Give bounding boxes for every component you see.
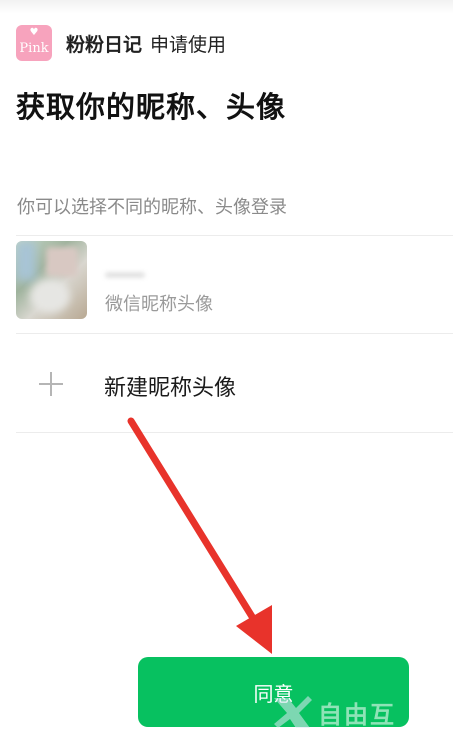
divider (16, 432, 453, 433)
avatar-blur (30, 279, 70, 313)
previous-screen-edge (0, 0, 453, 14)
wechat-profile-label: 微信昵称头像 (105, 294, 213, 315)
plus-icon (39, 372, 63, 396)
page-title: 获取你的昵称、头像 (16, 90, 287, 124)
nickname-redacted (105, 272, 145, 278)
page-subtitle: 你可以选择不同的昵称、头像登录 (17, 197, 287, 218)
avatar-blur (46, 247, 78, 277)
app-logo: ♥ Pink (16, 25, 52, 61)
avatar-blur (16, 241, 36, 281)
agree-button-label: 同意 (253, 681, 294, 706)
app-header: ♥ Pink 粉粉日记 申请使用 (16, 25, 226, 61)
app-logo-text: Pink (19, 41, 49, 56)
app-request-label: 申请使用 (150, 33, 227, 56)
agree-button[interactable]: 同意 (138, 657, 409, 727)
wechat-profile-option[interactable]: 微信昵称头像 (0, 236, 453, 332)
new-profile-label: 新建昵称头像 (104, 376, 237, 401)
app-name: 粉粉日记 (66, 33, 143, 56)
new-profile-option[interactable]: 新建昵称头像 (0, 334, 453, 432)
avatar (16, 241, 87, 319)
heart-icon: ♥ (29, 27, 39, 38)
